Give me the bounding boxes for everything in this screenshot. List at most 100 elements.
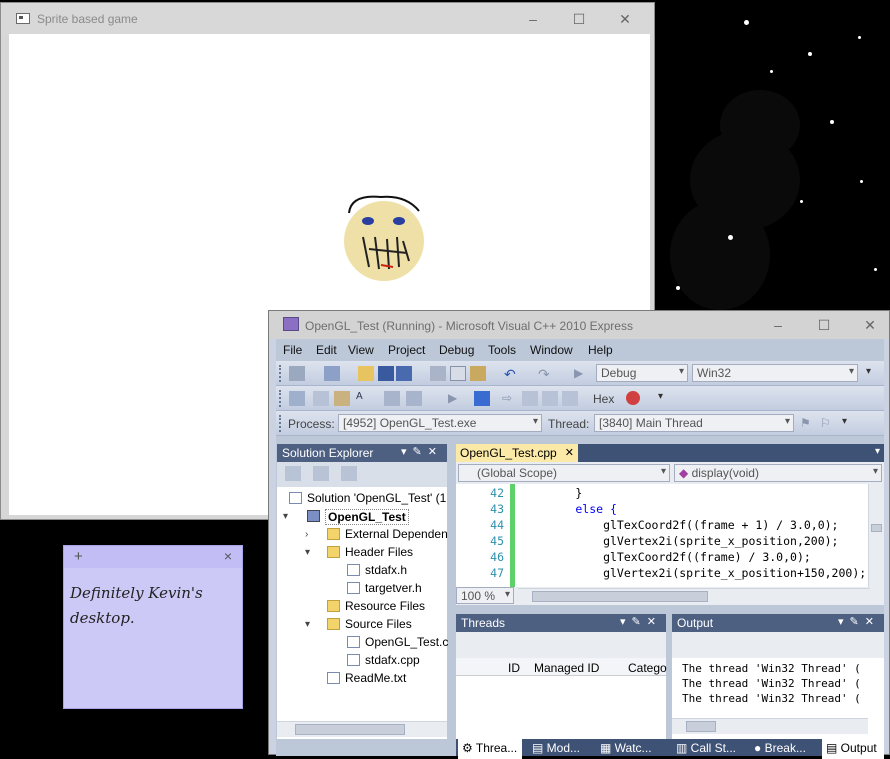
- add-note-button[interactable]: +: [74, 548, 83, 565]
- solution-explorer-title[interactable]: Solution Explorer ▾✎✕: [277, 444, 447, 462]
- code-line[interactable]: glVertex2i(sprite_x_position+150,200);: [520, 566, 866, 580]
- tree-item-opengl-test-cpp[interactable]: OpenGL_Test.c: [365, 635, 448, 649]
- solution-explorer-tree[interactable]: Solution 'OpenGL_Test' (1 ▾ OpenGL_Test …: [277, 487, 448, 739]
- tab-modules[interactable]: ▤ Mod...: [528, 739, 590, 759]
- new-project-icon[interactable]: [289, 366, 305, 381]
- tab-breakpoints[interactable]: ● Break...: [750, 739, 818, 759]
- flag-all-icon[interactable]: ⚐: [820, 416, 836, 431]
- copy-icon[interactable]: [450, 366, 466, 381]
- code-line[interactable]: }: [520, 486, 582, 500]
- breakpoint-icon[interactable]: [626, 391, 640, 405]
- continue-icon[interactable]: ▶: [448, 391, 464, 406]
- tree-item-resource-files[interactable]: Resource Files: [345, 599, 425, 613]
- maximize-button[interactable]: ☐: [558, 8, 600, 30]
- step-over-icon[interactable]: [542, 391, 558, 406]
- tree-item-targetver-h[interactable]: targetver.h: [365, 581, 422, 595]
- code-line[interactable]: glTexCoord2f((frame + 1) / 3.0,0);: [520, 518, 838, 532]
- panel-controls[interactable]: ▾✎✕: [401, 445, 443, 458]
- toolbar-icon[interactable]: [289, 391, 305, 406]
- sticky-note-bar[interactable]: + ×: [64, 546, 242, 568]
- tab-call-stack[interactable]: ▥ Call St...: [672, 739, 746, 759]
- output-panel[interactable]: The thread 'Win32 Thread' ( The thread '…: [672, 632, 884, 739]
- threads-panel[interactable]: ID Managed ID Catego: [456, 632, 667, 739]
- code-editor[interactable]: 42 43 44 45 46 47 } else { glTexCoord2f(…: [456, 484, 884, 587]
- step-out-icon[interactable]: [562, 391, 578, 406]
- tree-item-solution[interactable]: Solution 'OpenGL_Test' (1: [307, 491, 446, 505]
- collapse-icon[interactable]: ▾: [305, 619, 310, 630]
- maximize-button[interactable]: ☐: [803, 314, 845, 336]
- vertical-scrollbar[interactable]: [868, 484, 884, 587]
- game-titlebar[interactable]: Sprite based game – ☐ ✕: [1, 3, 654, 34]
- tree-item-header-files[interactable]: Header Files: [345, 545, 413, 559]
- visual-cpp-window[interactable]: OpenGL_Test (Running) - Microsoft Visual…: [268, 310, 890, 759]
- tab-dropdown-icon[interactable]: ▾: [875, 446, 880, 457]
- step-into-icon[interactable]: [522, 391, 538, 406]
- open-file-icon[interactable]: [358, 366, 374, 381]
- horizontal-scrollbar[interactable]: [672, 718, 868, 734]
- cut-icon[interactable]: [430, 366, 446, 381]
- close-tab-icon[interactable]: ✕: [565, 446, 574, 459]
- scrollbar-thumb[interactable]: [532, 591, 708, 602]
- tab-watch[interactable]: ▦ Watc...: [596, 739, 666, 759]
- vs-titlebar[interactable]: OpenGL_Test (Running) - Microsoft Visual…: [269, 311, 889, 339]
- horizontal-scrollbar[interactable]: [277, 721, 447, 737]
- platform-dropdown[interactable]: Win32: [692, 364, 858, 382]
- scrollbar-thumb[interactable]: [871, 524, 882, 532]
- sticky-note-text[interactable]: Definitely Kevin's desktop.: [70, 581, 238, 631]
- toolbar-grip[interactable]: [279, 365, 282, 382]
- properties-icon[interactable]: [285, 466, 301, 481]
- outdent-icon[interactable]: [406, 391, 422, 406]
- undo-icon[interactable]: ↶: [504, 366, 520, 382]
- paste-icon[interactable]: [470, 366, 486, 381]
- sticky-note[interactable]: + × Definitely Kevin's desktop.: [63, 545, 243, 709]
- close-button[interactable]: ✕: [604, 8, 646, 30]
- threads-title[interactable]: Threads ▾✎✕: [456, 614, 666, 632]
- toolbar-options-icon[interactable]: ▾: [866, 366, 882, 381]
- tree-item-source-files[interactable]: Source Files: [345, 617, 412, 631]
- config-dropdown[interactable]: Debug: [596, 364, 688, 382]
- column-managed-id[interactable]: Managed ID: [534, 661, 599, 675]
- toolbar-icon[interactable]: [313, 391, 329, 406]
- redo-icon[interactable]: ↷: [538, 366, 554, 382]
- menu-help[interactable]: Help: [588, 343, 613, 357]
- add-item-icon[interactable]: [324, 366, 340, 381]
- tree-item-external-dependencies[interactable]: External Dependen: [345, 527, 448, 541]
- hex-button[interactable]: Hex: [593, 392, 614, 406]
- close-button[interactable]: ✕: [849, 314, 890, 336]
- minimize-button[interactable]: –: [512, 8, 554, 30]
- menu-project[interactable]: Project: [388, 343, 425, 357]
- toolbar-icon[interactable]: [334, 391, 350, 406]
- function-dropdown[interactable]: ◆ display(void): [674, 464, 882, 482]
- minimize-button[interactable]: –: [757, 314, 799, 336]
- horizontal-scrollbar[interactable]: [518, 588, 870, 604]
- indent-icon[interactable]: [384, 391, 400, 406]
- show-all-files-icon[interactable]: [313, 466, 329, 481]
- toolbar-icon[interactable]: A: [356, 391, 372, 406]
- collapse-icon[interactable]: ▾: [283, 511, 288, 522]
- zoom-dropdown[interactable]: 100 %: [456, 587, 514, 604]
- scope-dropdown[interactable]: (Global Scope): [458, 464, 670, 482]
- close-note-button[interactable]: ×: [224, 548, 232, 564]
- menu-view[interactable]: View: [348, 343, 374, 357]
- panel-controls[interactable]: ▾✎✕: [838, 615, 880, 628]
- toolbar-grip[interactable]: [279, 390, 282, 407]
- flag-icon[interactable]: ⚑: [800, 416, 816, 431]
- tree-item-stdafx-cpp[interactable]: stdafx.cpp: [365, 653, 420, 667]
- output-title[interactable]: Output ▾✎✕: [672, 614, 884, 632]
- collapse-icon[interactable]: ▾: [305, 547, 310, 558]
- tree-item-readme[interactable]: ReadMe.txt: [345, 671, 406, 685]
- save-all-icon[interactable]: [396, 366, 412, 381]
- save-icon[interactable]: [378, 366, 394, 381]
- menu-file[interactable]: File: [283, 343, 302, 357]
- process-dropdown[interactable]: [4952] OpenGL_Test.exe: [338, 414, 542, 432]
- code-line[interactable]: glTexCoord2f((frame) / 3.0,0);: [520, 550, 811, 564]
- tab-output[interactable]: ▤ Output: [822, 739, 884, 759]
- code-line[interactable]: glVertex2i(sprite_x_position,200);: [520, 534, 838, 548]
- show-next-statement-icon[interactable]: ⇨: [502, 391, 518, 406]
- scrollbar-thumb[interactable]: [295, 724, 405, 735]
- tab-threads[interactable]: ⚙ Threa...: [458, 739, 522, 759]
- menu-tools[interactable]: Tools: [488, 343, 516, 357]
- toolbar-options-icon[interactable]: ▾: [658, 391, 674, 406]
- expand-icon[interactable]: ›: [305, 529, 308, 540]
- tree-item-project[interactable]: OpenGL_Test: [325, 509, 409, 525]
